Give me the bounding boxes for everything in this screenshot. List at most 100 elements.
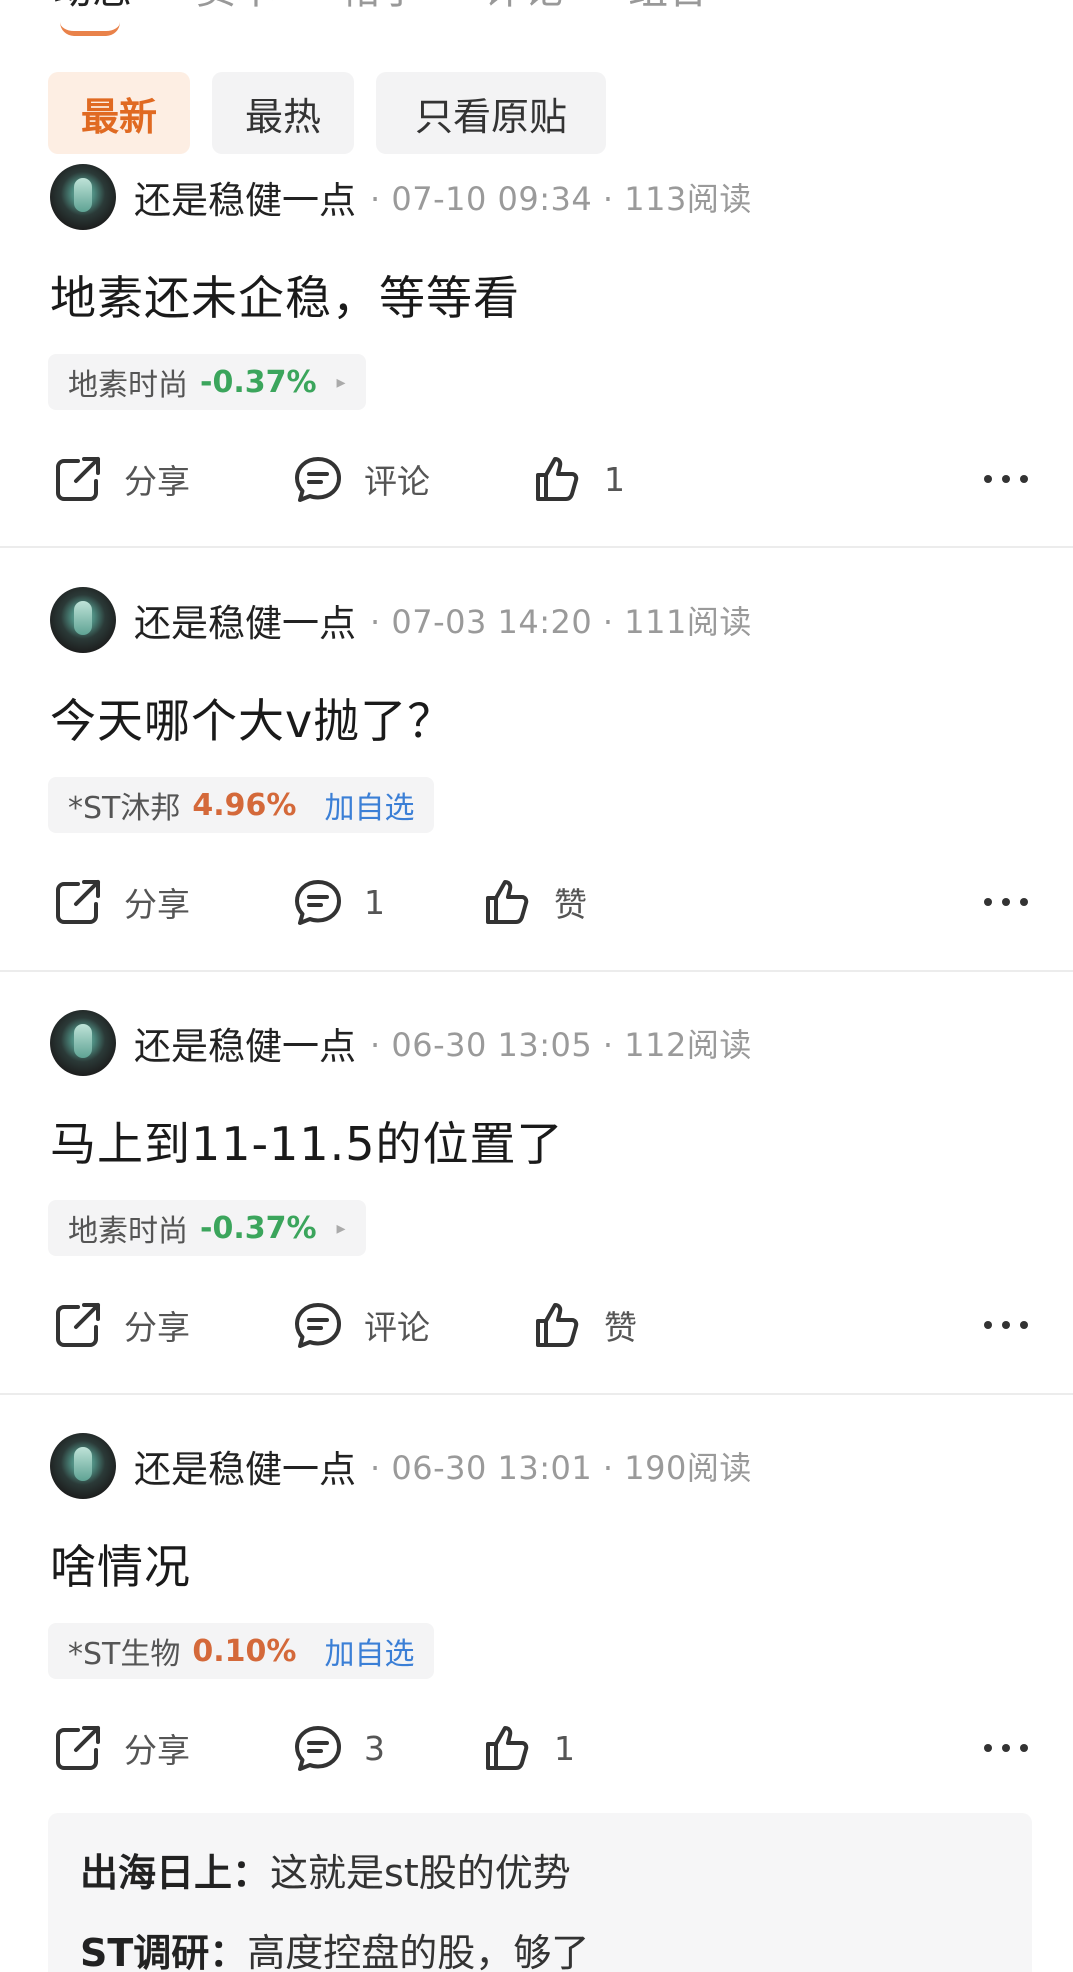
comment-button[interactable]: 评论	[290, 1292, 430, 1358]
thumbs-up-icon	[536, 1303, 579, 1347]
like-button[interactable]: 1	[530, 446, 625, 512]
post-card[interactable]: 还是稳健一点 · 07-03 14:20 · 111阅读 今天哪个大v抛了？ *…	[0, 587, 1073, 972]
share-icon	[56, 457, 100, 501]
filter-original-only-chip[interactable]: 只看原贴	[376, 72, 606, 154]
post-meta: · 06-30 13:01 · 190阅读	[370, 1449, 752, 1487]
active-tab-indicator	[60, 22, 120, 36]
comment-button[interactable]: 3	[290, 1715, 385, 1781]
comment-label: 1	[364, 882, 385, 922]
comment-icon	[295, 1303, 341, 1348]
more-icon	[984, 475, 1028, 483]
filter-chip-row: 最新 最热 只看原贴	[48, 72, 606, 154]
top-tab-bar: 动态 资本 帖子 评论 组合	[52, 0, 708, 10]
share-button[interactable]: 分享	[50, 446, 190, 512]
stock-change: 4.96%	[192, 787, 297, 823]
post-text[interactable]: 今天哪个大v抛了？	[50, 685, 454, 751]
comment-icon	[295, 457, 341, 502]
tab-dynamics[interactable]: 动态	[52, 0, 132, 10]
tab-posts[interactable]: 帖子	[340, 0, 420, 10]
share-button[interactable]: 分享	[50, 1292, 190, 1358]
post-header: 还是稳健一点 · 06-30 13:05 · 112阅读	[50, 1010, 752, 1076]
avatar[interactable]	[50, 587, 116, 653]
post-actions: 分享 3 1	[50, 1715, 1030, 1781]
comment-button[interactable]: 1	[290, 869, 385, 935]
share-icon	[56, 880, 100, 924]
post-actions: 分享 评论 赞	[50, 1292, 1030, 1358]
like-button[interactable]: 赞	[530, 1292, 637, 1358]
like-button[interactable]: 赞	[480, 869, 587, 935]
like-label: 赞	[604, 1308, 637, 1347]
avatar[interactable]	[50, 1433, 116, 1499]
reply-item[interactable]: 出海日上：这就是st股的优势	[80, 1833, 1000, 1913]
more-button[interactable]	[982, 1292, 1030, 1358]
more-button[interactable]	[982, 446, 1030, 512]
share-icon	[56, 1303, 100, 1347]
stock-tag[interactable]: *ST沐邦 4.96% 加自选	[48, 777, 435, 833]
post-header: 还是稳健一点 · 06-30 13:01 · 190阅读	[50, 1433, 752, 1499]
profile-posts-page: 动态 资本 帖子 评论 组合 最新 最热 只看原贴 还是稳健一点 · 07-10…	[0, 0, 1073, 1972]
chevron-right-icon: ▸	[336, 1217, 346, 1239]
username[interactable]: 还是稳健一点	[134, 1016, 356, 1070]
post-header: 还是稳健一点 · 07-03 14:20 · 111阅读	[50, 587, 752, 653]
reply-author[interactable]: 出海日上：	[80, 1851, 270, 1895]
post-card[interactable]: 还是稳健一点 · 07-10 09:34 · 113阅读 地素还未企稳，等等看 …	[0, 164, 1073, 548]
post-text[interactable]: 啥情况	[50, 1531, 191, 1597]
stock-tag[interactable]: *ST生物 0.10% 加自选	[48, 1623, 435, 1679]
reply-author[interactable]: ST调研：	[80, 1931, 247, 1972]
share-label: 分享	[124, 1731, 190, 1770]
share-label: 分享	[124, 1308, 190, 1347]
stock-name: *ST沐邦	[68, 791, 181, 826]
comment-label: 评论	[364, 1308, 430, 1347]
share-button[interactable]: 分享	[50, 1715, 190, 1781]
thumbs-up-icon	[536, 457, 579, 501]
post-text[interactable]: 地素还未企稳，等等看	[50, 262, 520, 328]
post-card[interactable]: 还是稳健一点 · 06-30 13:05 · 112阅读 马上到11-11.5的…	[0, 1010, 1073, 1395]
stock-name: 地素时尚	[68, 1214, 188, 1249]
post-meta: · 06-30 13:05 · 112阅读	[370, 1026, 752, 1064]
reply-preview-box[interactable]: 出海日上：这就是st股的优势 ST调研：高度控盘的股，够了	[48, 1813, 1032, 1972]
add-watchlist-button[interactable]: 加自选	[324, 783, 414, 827]
post-actions: 分享 评论 1	[50, 446, 1030, 512]
stock-tag[interactable]: 地素时尚 -0.37% ▸	[48, 1200, 366, 1256]
thumbs-up-icon	[486, 1726, 529, 1770]
reply-text: 高度控盘的股，够了	[247, 1931, 590, 1972]
like-label: 1	[604, 459, 625, 499]
share-label: 分享	[124, 885, 190, 924]
avatar[interactable]	[50, 1010, 116, 1076]
avatar[interactable]	[50, 164, 116, 230]
stock-name: *ST生物	[68, 1637, 181, 1672]
tab-portfolio[interactable]: 组合	[628, 0, 708, 10]
more-icon	[984, 1321, 1028, 1329]
comment-label: 3	[364, 1728, 385, 1768]
comment-button[interactable]: 评论	[290, 446, 430, 512]
post-meta: · 07-03 14:20 · 111阅读	[370, 603, 752, 641]
chevron-right-icon: ▸	[336, 371, 346, 393]
more-icon	[984, 898, 1028, 906]
more-icon	[984, 1744, 1028, 1752]
post-meta: · 07-10 09:34 · 113阅读	[370, 180, 752, 218]
like-button[interactable]: 1	[480, 1715, 575, 1781]
more-button[interactable]	[982, 869, 1030, 935]
stock-name: 地素时尚	[68, 368, 188, 403]
post-text[interactable]: 马上到11-11.5的位置了	[50, 1108, 564, 1174]
stock-tag[interactable]: 地素时尚 -0.37% ▸	[48, 354, 366, 410]
filter-latest-chip[interactable]: 最新	[48, 72, 190, 154]
tab-comments[interactable]: 评论	[484, 0, 564, 10]
add-watchlist-button[interactable]: 加自选	[324, 1629, 414, 1673]
filter-hottest-chip[interactable]: 最热	[212, 72, 354, 154]
more-button[interactable]	[982, 1715, 1030, 1781]
stock-change: 0.10%	[192, 1633, 297, 1669]
post-header: 还是稳健一点 · 07-10 09:34 · 113阅读	[50, 164, 752, 230]
username[interactable]: 还是稳健一点	[134, 593, 356, 647]
username[interactable]: 还是稳健一点	[134, 1439, 356, 1493]
reply-item[interactable]: ST调研：高度控盘的股，够了	[80, 1913, 1000, 1972]
like-label: 赞	[554, 885, 587, 924]
post-actions: 分享 1 赞	[50, 869, 1030, 935]
post-card[interactable]: 还是稳健一点 · 06-30 13:01 · 190阅读 啥情况 *ST生物 0…	[0, 1433, 1073, 1972]
thumbs-up-icon	[486, 880, 529, 924]
username[interactable]: 还是稳健一点	[134, 170, 356, 224]
share-button[interactable]: 分享	[50, 869, 190, 935]
share-icon	[56, 1726, 100, 1770]
like-label: 1	[554, 1728, 575, 1768]
tab-capital[interactable]: 资本	[196, 0, 276, 10]
